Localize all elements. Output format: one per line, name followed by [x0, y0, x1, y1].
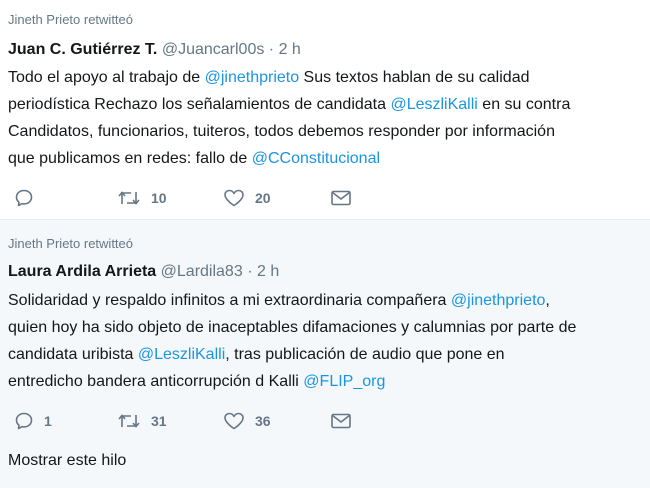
- like-button[interactable]: 20: [223, 186, 271, 210]
- tweet-text-line: entredicho bandera anticorrupción d Kall…: [8, 368, 650, 395]
- tweet-text-line: Candidatos, funcionarios, tuiteros, todo…: [8, 118, 650, 145]
- text-segment: Todo el apoyo al trabajo de: [8, 69, 205, 86]
- text-segment: quien hoy ha sido objeto de inaceptables…: [8, 319, 577, 336]
- text-segment: Sus textos hablan de su calidad: [299, 69, 530, 86]
- retweet-button[interactable]: 31: [117, 409, 167, 433]
- tweet-text-line: periodística Rechazo los señalamientos d…: [8, 91, 650, 118]
- tweet-actions: 10 20: [0, 186, 650, 210]
- text-segment: candidata uribista: [8, 346, 138, 363]
- heart-icon: [223, 188, 245, 208]
- tweet-text-line: Todo el apoyo al trabajo de @jinethpriet…: [8, 64, 650, 91]
- envelope-icon: [330, 188, 352, 208]
- tweet-text-line: Solidaridad y respaldo infinitos a mi ex…: [8, 287, 650, 314]
- text-segment: que publicamos en redes: fallo de: [8, 150, 252, 167]
- tweet-header: Juan C. Gutiérrez T. @Juancarl00s · 2 h: [8, 40, 301, 60]
- text-segment: ,: [545, 292, 550, 309]
- tweet-card[interactable]: Jineth Prieto retwitteó Juan C. Gutiérre…: [0, 0, 650, 219]
- retweet-context: Jineth Prieto retwitteó: [8, 12, 134, 27]
- tweet-text-line: que publicamos en redes: fallo de @CCons…: [8, 145, 650, 172]
- envelope-icon: [330, 411, 352, 431]
- tweet-header: Laura Ardila Arrieta @Lardila83 · 2 h: [8, 262, 279, 282]
- like-count: 36: [255, 413, 271, 429]
- mention-link[interactable]: @FLIP_org: [303, 373, 385, 390]
- mention-link[interactable]: @LeszliKalli: [390, 96, 477, 113]
- text-segment: en su contra: [477, 96, 571, 113]
- author-handle[interactable]: @Juancarl00s: [162, 41, 265, 58]
- reply-count: 1: [44, 413, 52, 429]
- author-name[interactable]: Juan C. Gutiérrez T.: [8, 41, 157, 58]
- reply-icon: [14, 411, 34, 431]
- tweet-card[interactable]: Jineth Prieto retwitteó Laura Ardila Arr…: [0, 219, 650, 488]
- tweet-text: Solidaridad y respaldo infinitos a mi ex…: [8, 287, 650, 395]
- heart-icon: [223, 411, 245, 431]
- text-segment: , tras publicación de audio que pone en: [225, 346, 505, 363]
- tweet-timestamp[interactable]: 2 h: [279, 41, 301, 58]
- retweet-button[interactable]: 10: [117, 186, 167, 210]
- reply-button[interactable]: [14, 186, 44, 210]
- author-handle[interactable]: @Lardila83: [161, 263, 243, 280]
- retweet-icon: [117, 188, 141, 208]
- retweet-count: 10: [151, 190, 167, 206]
- reply-icon: [14, 188, 34, 208]
- retweet-count: 31: [151, 413, 167, 429]
- mention-link[interactable]: @jinethprieto: [205, 69, 300, 86]
- retweet-icon: [117, 411, 141, 431]
- text-segment: entredicho bandera anticorrupción d Kall…: [8, 373, 304, 390]
- tweet-text-line: quien hoy ha sido objeto de inaceptables…: [8, 314, 650, 341]
- tweet-timestamp[interactable]: 2 h: [257, 263, 279, 280]
- text-segment: Solidaridad y respaldo infinitos a mi ex…: [8, 292, 451, 309]
- direct-message-button[interactable]: [330, 186, 352, 210]
- separator-dot: ·: [268, 41, 275, 58]
- mention-link[interactable]: @jinethprieto: [451, 292, 546, 309]
- tweet-text-line: candidata uribista @LeszliKalli, tras pu…: [8, 341, 650, 368]
- text-segment: Candidatos, funcionarios, tuiteros, todo…: [8, 123, 555, 140]
- tweet-text: Todo el apoyo al trabajo de @jinethpriet…: [8, 64, 650, 172]
- author-name[interactable]: Laura Ardila Arrieta: [8, 263, 156, 280]
- like-count: 20: [255, 190, 271, 206]
- direct-message-button[interactable]: [330, 409, 352, 433]
- show-thread-link[interactable]: Mostrar este hilo: [8, 452, 126, 470]
- reply-button[interactable]: 1: [14, 409, 52, 433]
- text-segment: periodística Rechazo los señalamientos d…: [8, 96, 391, 113]
- separator-dot: ·: [247, 263, 253, 280]
- mention-link[interactable]: @CConstitucional: [252, 150, 380, 167]
- like-button[interactable]: 36: [223, 409, 271, 433]
- retweet-context: Jineth Prieto retwitteó: [8, 236, 134, 251]
- tweet-actions: 1 31 36: [0, 409, 650, 433]
- mention-link[interactable]: @LeszliKalli: [138, 346, 225, 363]
